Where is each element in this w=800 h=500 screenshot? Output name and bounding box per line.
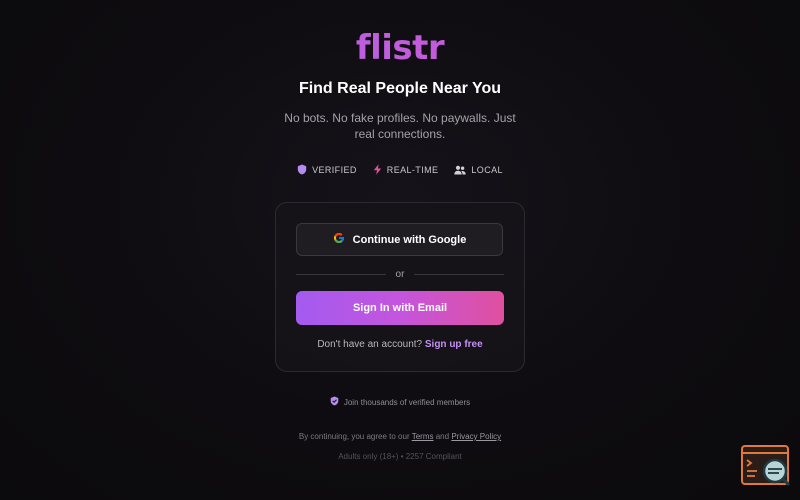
feature-local-label: LOCAL (471, 164, 503, 175)
people-icon (454, 165, 467, 175)
brand-logo: flistr (0, 26, 800, 70)
signup-link[interactable]: Sign up free (425, 339, 483, 350)
google-signin-button[interactable]: Continue with Google (296, 223, 503, 256)
shield-check-icon (330, 396, 339, 408)
members-note: Join thousands of verified members (0, 396, 800, 408)
page-headline: Find Real People Near You (298, 80, 502, 97)
feature-local: LOCAL (454, 164, 503, 175)
divider-line-left (296, 273, 386, 275)
email-signin-button[interactable]: Sign In with Email (296, 291, 504, 325)
legal-and: and (435, 432, 450, 441)
divider-label: or (395, 268, 405, 280)
privacy-policy-link[interactable]: Privacy Policy (451, 432, 501, 441)
shield-icon (297, 164, 307, 175)
or-divider: or (296, 267, 504, 281)
auth-card: Continue with Google or Sign In with Ema… (275, 202, 525, 372)
login-page: flistr Find Real People Near You No bots… (0, 0, 800, 500)
google-signin-label: Continue with Google (352, 233, 467, 246)
members-text: Join thousands of verified members (343, 397, 471, 407)
feature-realtime-label: REAL-TIME (386, 164, 439, 175)
signup-prompt: Don't have an account? (317, 339, 423, 350)
lightning-icon (373, 164, 382, 175)
compliance-notice: Adults only (18+) • 2257 Compliant (338, 452, 462, 461)
feature-badges: VERIFIED REAL-TIME LOCAL (0, 164, 800, 175)
legal-prefix: By continuing, you agree to our (298, 432, 410, 441)
terms-link[interactable]: Terms (412, 432, 434, 441)
signup-row: Don't have an account? Sign up free (276, 339, 524, 350)
email-signin-label: Sign In with Email (352, 302, 448, 314)
google-icon (333, 232, 345, 247)
divider-line-right (414, 273, 504, 275)
terminal-search-icon[interactable] (741, 445, 791, 487)
feature-realtime: REAL-TIME (373, 164, 439, 175)
page-tagline: No bots. No fake profiles. No paywalls. … (284, 111, 516, 141)
legal-notice: By continuing, you agree to our Terms an… (0, 432, 800, 441)
feature-verified: VERIFIED (297, 164, 357, 175)
feature-verified-label: VERIFIED (312, 164, 357, 175)
